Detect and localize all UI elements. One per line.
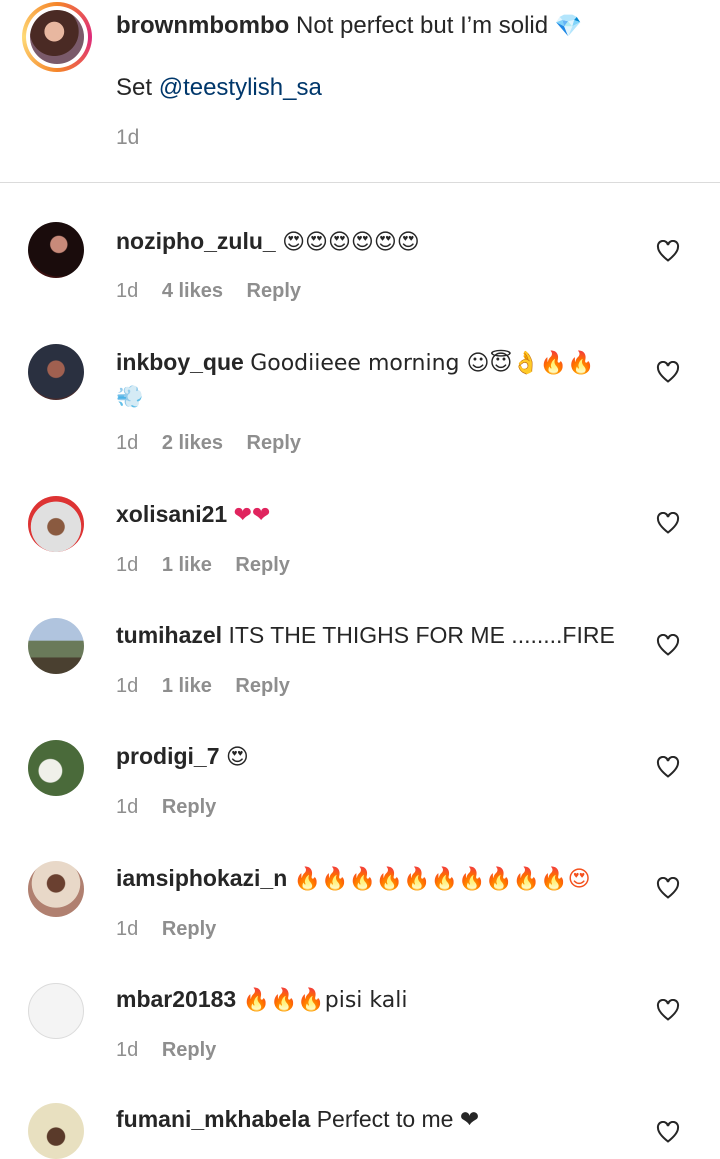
commenter-username[interactable]: mbar20183 <box>116 986 236 1012</box>
caption-text: Not perfect but I’m solid <box>295 12 549 39</box>
comment-text: fumani_mkhabela Perfect to me ❤ <box>116 1103 616 1135</box>
comment-meta: 1d 4 likes Reply <box>116 280 319 303</box>
comment-time: 1d <box>116 796 139 818</box>
comment-text: tumihazel ITS THE THIGHS FOR ME ........… <box>116 619 616 651</box>
heart-outline-icon[interactable] <box>656 634 680 656</box>
commenter-username[interactable]: fumani_mkhabela <box>116 1106 310 1132</box>
comment-item: fumani_mkhabela Perfect to me ❤ <box>0 1103 720 1159</box>
heart-outline-icon[interactable] <box>656 1121 680 1143</box>
comment-time: 1d <box>116 432 139 454</box>
comment-time: 1d <box>116 918 139 940</box>
comment-likes[interactable]: 1 like <box>162 554 212 576</box>
post-caption: brownmbombo Not perfect but I’m solid 💎 … <box>0 0 720 182</box>
commenter-username[interactable]: tumihazel <box>116 622 222 648</box>
commenter-username[interactable]: xolisani21 <box>116 501 227 527</box>
comment-text: inkboy_que Goodiieee morning ☺😇👌🔥🔥 💨 <box>116 346 616 414</box>
comment-body: Goodiieee morning ☺😇👌🔥🔥 <box>250 351 595 376</box>
author-avatar[interactable] <box>30 10 84 64</box>
reply-button[interactable]: Reply <box>235 675 289 697</box>
comment-time: 1d <box>116 1039 139 1061</box>
commenter-username[interactable]: prodigi_7 <box>116 743 220 769</box>
author-username[interactable]: brownmbombo <box>116 12 289 39</box>
comment-body: 😍😍😍😍😍😍 <box>282 230 420 255</box>
divider <box>0 182 720 183</box>
commenter-avatar[interactable] <box>28 983 84 1039</box>
heart-outline-icon[interactable] <box>656 240 680 262</box>
commenter-username[interactable]: inkboy_que <box>116 349 244 375</box>
reply-button[interactable]: Reply <box>247 280 301 302</box>
commenter-avatar[interactable] <box>28 618 84 674</box>
heart-outline-icon[interactable] <box>656 756 680 778</box>
comment-meta: 1d Reply <box>116 918 234 941</box>
comment-meta: 1d 1 like Reply <box>116 675 308 698</box>
diamond-emoji: 💎 <box>554 14 583 39</box>
comment-likes[interactable]: 4 likes <box>162 280 223 302</box>
comment-time: 1d <box>116 675 139 697</box>
heart-outline-icon[interactable] <box>656 999 680 1021</box>
comment-body: Perfect to me ❤ <box>316 1106 480 1132</box>
comment-time: 1d <box>116 280 139 302</box>
comment-meta: 1d Reply <box>116 1039 234 1062</box>
story-ring[interactable] <box>22 2 92 72</box>
heart-outline-icon[interactable] <box>656 361 680 383</box>
comment-body: 😍 <box>225 745 249 770</box>
reply-button[interactable]: Reply <box>162 918 216 940</box>
reply-button[interactable]: Reply <box>162 1039 216 1061</box>
reply-button[interactable]: Reply <box>235 554 289 576</box>
heart-outline-icon[interactable] <box>656 877 680 899</box>
comment-text: prodigi_7 😍 <box>116 740 616 774</box>
set-line: Set @teestylish_sa <box>116 72 322 104</box>
heart-outline-icon[interactable] <box>656 512 680 534</box>
commenter-username[interactable]: iamsiphokazi_n <box>116 865 287 891</box>
comment-body-line2: 💨 <box>116 385 144 410</box>
comment-text: nozipho_zulu_ 😍😍😍😍😍😍 <box>116 225 616 259</box>
commenter-avatar[interactable] <box>28 222 84 278</box>
commenter-avatar[interactable] <box>28 344 84 400</box>
comment-text: xolisani21 ❤❤ <box>116 498 616 532</box>
comment-text: mbar20183 🔥🔥🔥pisi kali <box>116 983 616 1017</box>
comment-meta: 1d Reply <box>116 796 234 819</box>
comment-likes[interactable]: 2 likes <box>162 432 223 454</box>
commenter-avatar[interactable] <box>28 496 84 552</box>
commenter-username[interactable]: nozipho_zulu_ <box>116 228 276 254</box>
comment-meta: 1d 1 like Reply <box>116 554 308 577</box>
comment-body: ITS THE THIGHS FOR ME ........FIRE <box>228 622 615 648</box>
mention-link[interactable]: @teestylish_sa <box>159 74 322 101</box>
reply-button[interactable]: Reply <box>162 796 216 818</box>
commenter-avatar[interactable] <box>28 740 84 796</box>
reply-button[interactable]: Reply <box>247 432 301 454</box>
set-prefix: Set <box>116 74 153 101</box>
comment-time: 1d <box>116 554 139 576</box>
comment-body: ❤❤ <box>233 503 271 528</box>
comment-body: 🔥🔥🔥🔥🔥🔥🔥🔥🔥🔥😍 <box>293 867 591 892</box>
comment-likes[interactable]: 1 like <box>162 675 212 697</box>
comment-text: iamsiphokazi_n 🔥🔥🔥🔥🔥🔥🔥🔥🔥🔥😍 <box>116 862 616 896</box>
comment-body: 🔥🔥🔥pisi kali <box>242 988 408 1013</box>
caption-line: brownmbombo Not perfect but I’m solid 💎 <box>116 10 582 43</box>
commenter-avatar[interactable] <box>28 1103 84 1159</box>
caption-timestamp: 1d <box>116 126 140 149</box>
commenter-avatar[interactable] <box>28 861 84 917</box>
comment-meta: 1d 2 likes Reply <box>116 432 319 455</box>
